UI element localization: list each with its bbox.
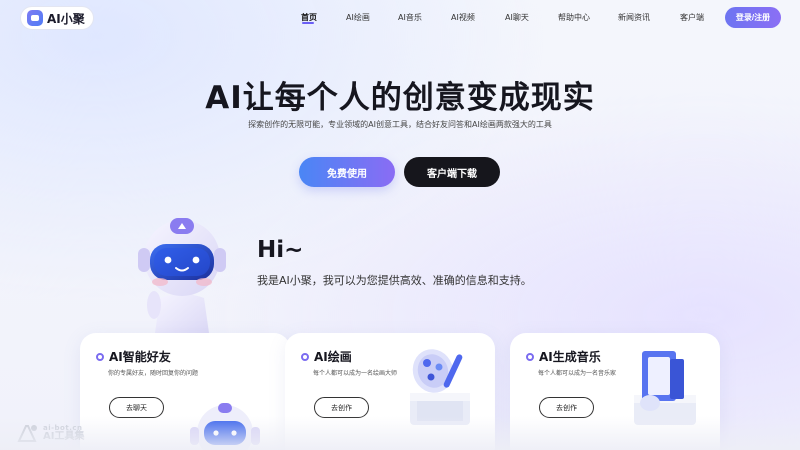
client-download-button[interactable]: 客户端下载 [404,157,500,187]
card-title: AI生成音乐 [539,350,601,364]
watermark-name: AI工具集 [43,430,85,442]
nav-item-ai-chat[interactable]: AI聊天 [505,12,529,23]
watermark: ai-bot.cn AI工具集 [17,420,107,446]
feature-card-ai-painting: AI绘画 每个人都可以成为一名绘画大师 去创作 [285,333,495,450]
logo[interactable]: AI小聚 [20,6,94,30]
assistant-intro: 我是AI小聚，我可以为您提供高效、准确的信息和支持。 [257,274,532,287]
hero-subtitle: 探索创作的无限可能，专业领域的AI创意工具，结合好友问答和AI绘画两款强大的工具 [248,120,552,129]
watermark-logo-icon [17,425,37,442]
go-create-music-button[interactable]: 去创作 [539,397,594,418]
hero-title: AI让每个人的创意变成现实 [205,80,595,116]
logo-text: AI小聚 [47,11,85,26]
robot-icon [190,403,260,450]
bullet-icon [526,352,534,361]
nav-item-news[interactable]: 新闻资讯 [618,12,650,23]
feature-card-ai-friend: AI智能好友 你的专属好友，随时回复你的问题 去聊天 [80,333,290,450]
card-title: AI绘画 [314,350,352,364]
nav-item-client[interactable]: 客户端 [680,12,704,23]
card-description: 每个人都可以成为一名绘画大师 [313,370,398,377]
card-description: 每个人都可以成为一名音乐家 [538,370,617,377]
nav-item-help-center[interactable]: 帮助中心 [558,12,590,23]
card-description: 你的专属好友，随时回复你的问题 [108,370,199,377]
header: AI小聚 首页 AI绘画 AI音乐 AI视频 AI聊天 帮助中心 新闻资讯 客户… [0,0,800,36]
free-use-button[interactable]: 免费使用 [299,157,395,187]
card-title-row: AI智能好友 [96,348,171,365]
feature-card-ai-music: AI生成音乐 每个人都可以成为一名音乐家 去创作 [510,333,720,450]
mascot-robot-icon [138,218,226,340]
bullet-icon [96,352,104,361]
nav-item-ai-painting[interactable]: AI绘画 [346,12,370,23]
bullet-icon [301,352,309,361]
nav-item-ai-video[interactable]: AI视频 [451,12,475,23]
card-title-row: AI生成音乐 [526,348,601,365]
go-chat-button[interactable]: 去聊天 [109,397,164,418]
nav-active-indicator [302,22,314,24]
login-register-button[interactable]: 登录/注册 [725,7,781,28]
nav-item-ai-music[interactable]: AI音乐 [398,12,422,23]
palette-icon [410,349,470,425]
music-icon [634,351,696,425]
card-title: AI智能好友 [109,350,171,364]
logo-mark-icon [27,10,43,26]
go-create-painting-button[interactable]: 去创作 [314,397,369,418]
card-title-row: AI绘画 [301,348,352,365]
assistant-greeting: Hi~ [257,237,304,263]
